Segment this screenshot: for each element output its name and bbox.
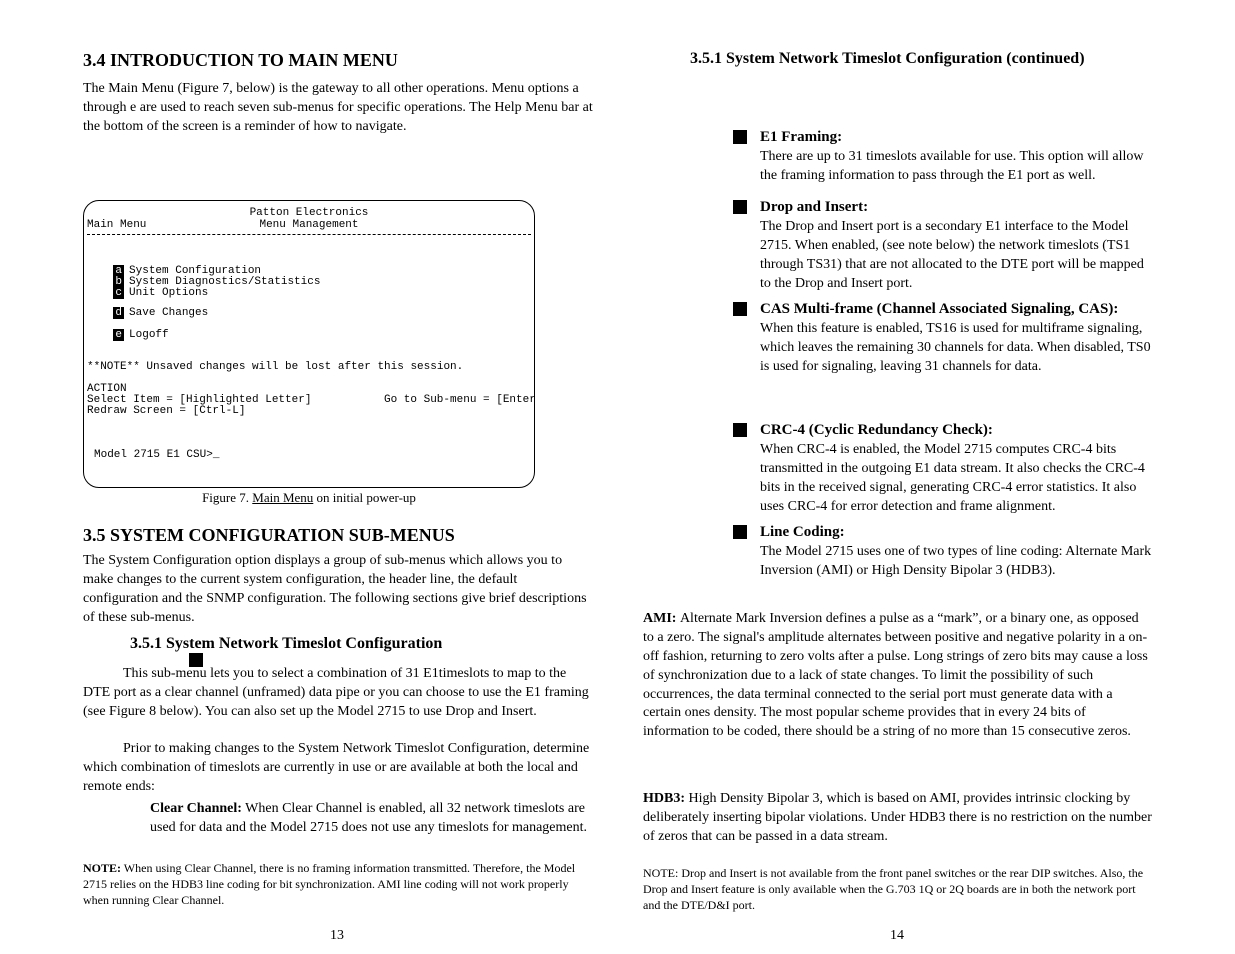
- left-note-label: NOTE:: [83, 861, 121, 875]
- figure-action-right: Go to Sub-menu = [Enter]: [384, 394, 535, 406]
- bullet-icon: [733, 200, 747, 214]
- section-heading-3-5-1: 3.5.1 System Network Timeslot Configurat…: [130, 635, 442, 653]
- bullet-icon: [733, 130, 747, 144]
- body-text-3-5-1-bottom: Prior to making changes to the System Ne…: [83, 740, 593, 797]
- figure-7-frame: Patton Electronics Main Menu Menu Manage…: [83, 200, 535, 488]
- ami-body: Alternate Mark Inversion defines a pulse…: [643, 611, 1148, 739]
- bullet-body-line-coding: The Model 2715 uses one of two types of …: [760, 543, 1153, 581]
- section-heading-3-5-1-cont: 3.5.1 System Network Timeslot Configurat…: [690, 50, 1085, 68]
- figure-caption-underline: Main Menu: [252, 490, 313, 505]
- bullet-heading-line-coding: Line Coding:: [760, 524, 845, 541]
- page-number-left: 13: [330, 928, 344, 944]
- bullet-icon: [733, 423, 747, 437]
- ami-block: AMI: Alternate Mark Inversion defines a …: [643, 610, 1153, 742]
- bullet-heading-e1: E1 Framing:: [760, 129, 842, 146]
- figure-item-e: e Logoff: [87, 317, 169, 353]
- bullet-body-e1: There are up to 31 timeslots available f…: [760, 148, 1153, 186]
- bullet-icon: [733, 302, 747, 316]
- section-heading-3-5: 3.5 SYSTEM CONFIGURATION SUB-MENUS: [83, 525, 455, 546]
- figure-prompt: Model 2715 E1 CSU>_: [94, 449, 219, 461]
- figure-action-redraw: Redraw Screen = [Ctrl-L]: [87, 405, 245, 417]
- hdb3-label: HDB3:: [643, 791, 689, 806]
- bullet-body-di: The Drop and Insert port is a secondary …: [760, 218, 1153, 294]
- bullet-heading-di: Drop and Insert:: [760, 199, 868, 216]
- bullet-body-cas: When this feature is enabled, TS16 is us…: [760, 320, 1153, 377]
- section-heading-3-4: 3.4 INTRODUCTION TO MAIN MENU: [83, 50, 398, 71]
- figure-header-menu: Menu Management: [84, 219, 534, 231]
- left-note-block: NOTE: When using Clear Channel, there is…: [83, 860, 593, 909]
- body-text-3-5-1-top: This sub-menu lets you to select a combi…: [83, 665, 593, 722]
- body-text-3-4: The Main Menu (Figure 7, below) is the g…: [83, 80, 593, 137]
- clear-channel-heading: Clear Channel:: [150, 801, 242, 816]
- figure-item-e-key: e: [113, 329, 124, 341]
- hdb3-body: High Density Bipolar 3, which is based o…: [643, 791, 1152, 844]
- figure-caption-rest: on initial power-up: [313, 490, 416, 505]
- hdb3-block: HDB3: High Density Bipolar 3, which is b…: [643, 790, 1153, 847]
- ami-label: AMI:: [643, 611, 680, 626]
- figure-caption-plain: Figure 7.: [202, 490, 252, 505]
- figure-header-company: Patton Electronics: [84, 207, 534, 219]
- bullet-icon: [733, 525, 747, 539]
- bullet-heading-crc4: CRC-4 (Cyclic Redundancy Check):: [760, 422, 993, 439]
- bullet-body-crc4: When CRC-4 is enabled, the Model 2715 co…: [760, 441, 1153, 517]
- figure-note: **NOTE** Unsaved changes will be lost af…: [87, 361, 463, 373]
- figure-rule: [87, 234, 531, 235]
- figure-7-caption: Figure 7. Main Menu on initial power-up: [175, 490, 443, 506]
- page-number-right: 14: [890, 928, 904, 944]
- clear-channel-block: Clear Channel: When Clear Channel is ena…: [150, 800, 593, 838]
- body-text-3-5: The System Configuration option displays…: [83, 552, 593, 628]
- figure-item-e-label: Logoff: [129, 329, 169, 341]
- right-footnote: NOTE: Drop and Insert is not available f…: [643, 865, 1153, 914]
- bullet-heading-cas: CAS Multi-frame (Channel Associated Sign…: [760, 301, 1118, 318]
- left-note-body: When using Clear Channel, there is no fr…: [83, 861, 575, 907]
